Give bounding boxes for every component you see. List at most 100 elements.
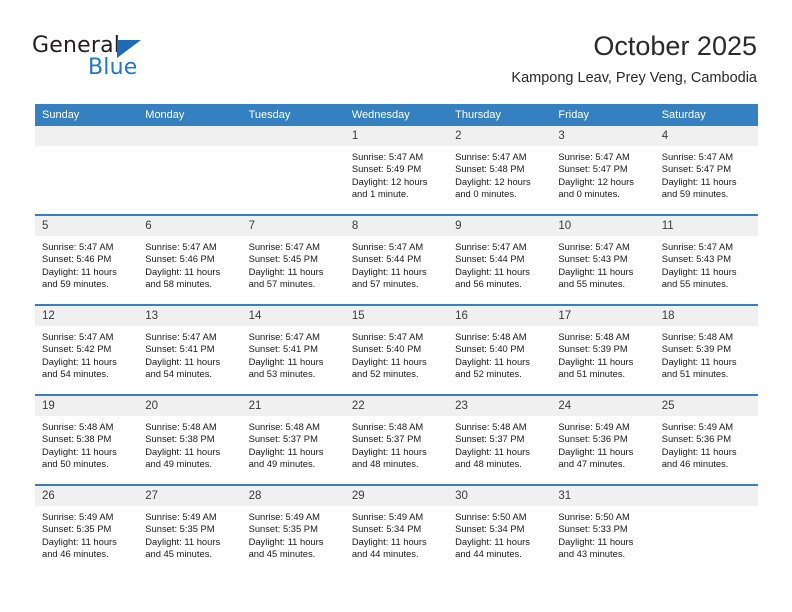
calendar-day-cell[interactable]: 3 Sunrise: 5:47 AM Sunset: 5:47 PM Daylight… [551, 126, 655, 215]
sunrise-text: Sunrise: 5:50 AM [558, 511, 630, 522]
calendar-week-row: 1 Sunrise: 5:47 AM Sunset: 5:49 PM Daylight… [35, 126, 758, 215]
sunset-text: Sunset: 5:35 PM [42, 523, 112, 535]
day-details: Sunrise: 5:48 AM Sunset: 5:37 PM Daylight:… [448, 416, 551, 471]
day-number: 7 [241, 216, 345, 236]
day-details: Sunrise: 5:47 AM Sunset: 5:44 PM Daylight:… [448, 236, 551, 291]
daylight-text-line2: and 55 minutes. [661, 278, 729, 290]
daylight-text-line1: Daylight: 11 hours [145, 445, 221, 457]
sunset-text: Sunset: 5:45 PM [248, 253, 318, 265]
daylight-text-line1: Daylight: 12 hours [455, 175, 531, 187]
sunrise-text: Sunrise: 5:49 AM [351, 511, 424, 522]
calendar-day-cell[interactable]: 17 Sunrise: 5:48 AM Sunset: 5:39 PM Dayligh… [551, 304, 655, 395]
calendar-day-cell[interactable]: 14 Sunrise: 5:47 AM Sunset: 5:41 PM Dayligh… [241, 304, 345, 395]
calendar-day-cell[interactable]: 23 Sunrise: 5:48 AM Sunset: 5:37 PM Dayligh… [448, 394, 552, 485]
calendar-day-cell[interactable]: 31 Sunrise: 5:50 AM Sunset: 5:33 PM Dayligh… [551, 484, 655, 574]
day-number: 26 [35, 486, 139, 506]
calendar-day-cell[interactable]: 25 Sunrise: 5:49 AM Sunset: 5:36 PM Dayligh… [654, 394, 758, 485]
daylight-text-line1: Daylight: 11 hours [145, 265, 221, 277]
daylight-text-line1: Daylight: 11 hours [351, 445, 427, 457]
sunset-text: Sunset: 5:41 PM [145, 343, 215, 355]
sunrise-text: Sunrise: 5:49 AM [145, 511, 217, 522]
daylight-text-line1: Daylight: 11 hours [558, 355, 634, 367]
daylight-text-line2: and 54 minutes. [145, 368, 212, 380]
daylight-text-line2: and 48 minutes. [351, 458, 419, 470]
day-details: Sunrise: 5:47 AM Sunset: 5:43 PM Daylight:… [655, 236, 758, 291]
calendar-day-cell[interactable]: 8 Sunrise: 5:47 AM Sunset: 5:44 PM Daylight… [344, 214, 449, 305]
calendar-day-cell[interactable]: 9 Sunrise: 5:47 AM Sunset: 5:44 PM Daylight… [448, 214, 552, 305]
daylight-text-line2: and 45 minutes. [248, 548, 316, 560]
daylight-text-line2: and 58 minutes. [145, 278, 212, 290]
sunset-text: Sunset: 5:40 PM [351, 343, 422, 355]
calendar-day-cell[interactable]: 15 Sunrise: 5:47 AM Sunset: 5:40 PM Dayligh… [344, 304, 449, 395]
sunset-text: Sunset: 5:41 PM [248, 343, 318, 355]
day-details: Sunrise: 5:48 AM Sunset: 5:38 PM Daylight:… [35, 416, 138, 471]
calendar-day-cell[interactable]: 21 Sunrise: 5:48 AM Sunset: 5:37 PM Dayligh… [241, 394, 345, 485]
day-number: 16 [448, 306, 552, 326]
day-number [654, 486, 758, 506]
calendar-day-cell[interactable]: 24 Sunrise: 5:49 AM Sunset: 5:36 PM Dayligh… [551, 394, 655, 485]
calendar-day-cell[interactable]: 19 Sunrise: 5:48 AM Sunset: 5:38 PM Dayligh… [35, 394, 139, 485]
daylight-text-line2: and 0 minutes. [455, 188, 517, 200]
calendar-day-cell[interactable]: 5 Sunrise: 5:47 AM Sunset: 5:46 PM Daylight… [35, 214, 139, 305]
calendar-week-row: 26 Sunrise: 5:49 AM Sunset: 5:35 PM Dayligh… [35, 484, 758, 574]
sunrise-text: Sunrise: 5:47 AM [248, 241, 320, 252]
daylight-text-line1: Daylight: 11 hours [42, 445, 117, 457]
daylight-text-line2: and 56 minutes. [455, 278, 522, 290]
calendar-header-row: Sunday Monday Tuesday Wednesday Thursday… [35, 104, 758, 126]
calendar-day-cell[interactable]: 27 Sunrise: 5:49 AM Sunset: 5:35 PM Dayligh… [138, 484, 242, 574]
day-number: 4 [654, 126, 758, 146]
weekday-header-wednesday: Wednesday [344, 104, 449, 126]
day-details: Sunrise: 5:48 AM Sunset: 5:37 PM Daylight:… [242, 416, 345, 471]
daylight-text-line1: Daylight: 12 hours [558, 175, 634, 187]
sunset-text: Sunset: 5:36 PM [661, 433, 731, 445]
calendar-day-cell[interactable]: 29 Sunrise: 5:49 AM Sunset: 5:34 PM Dayligh… [344, 484, 449, 574]
page-subtitle: Kampong Leav, Prey Veng, Cambodia [511, 70, 757, 86]
calendar-day-cell[interactable]: 12 Sunrise: 5:47 AM Sunset: 5:42 PM Dayligh… [35, 304, 139, 395]
weekday-header-saturday: Saturday [654, 104, 758, 126]
calendar-table: Sunday Monday Tuesday Wednesday Thursday… [35, 104, 758, 574]
daylight-text-line2: and 45 minutes. [145, 548, 212, 560]
calendar-day-cell[interactable]: 26 Sunrise: 5:49 AM Sunset: 5:35 PM Dayligh… [35, 484, 139, 574]
sunrise-text: Sunrise: 5:47 AM [558, 151, 630, 162]
sunrise-text: Sunrise: 5:49 AM [558, 421, 630, 432]
calendar-day-cell[interactable]: 10 Sunrise: 5:47 AM Sunset: 5:43 PM Dayligh… [551, 214, 655, 305]
daylight-text-line1: Daylight: 11 hours [455, 535, 530, 547]
daylight-text-line2: and 52 minutes. [455, 368, 522, 380]
calendar-day-cell[interactable]: 7 Sunrise: 5:47 AM Sunset: 5:45 PM Daylight… [241, 214, 345, 305]
calendar-day-cell[interactable]: 1 Sunrise: 5:47 AM Sunset: 5:49 PM Daylight… [344, 126, 449, 215]
daylight-text-line1: Daylight: 11 hours [351, 355, 427, 367]
calendar-day-cell[interactable]: 13 Sunrise: 5:47 AM Sunset: 5:41 PM Dayligh… [138, 304, 242, 395]
calendar-day-cell[interactable]: 22 Sunrise: 5:48 AM Sunset: 5:37 PM Dayligh… [344, 394, 449, 485]
day-details: Sunrise: 5:49 AM Sunset: 5:36 PM Daylight:… [655, 416, 758, 471]
sunset-text: Sunset: 5:47 PM [558, 163, 628, 175]
calendar-day-cell[interactable]: 11 Sunrise: 5:47 AM Sunset: 5:43 PM Dayligh… [654, 214, 758, 305]
sunrise-text: Sunrise: 5:47 AM [145, 241, 217, 252]
weekday-header-sunday: Sunday [35, 104, 139, 126]
weekday-header-friday: Friday [551, 104, 655, 126]
calendar-day-cell[interactable]: 18 Sunrise: 5:48 AM Sunset: 5:39 PM Dayligh… [654, 304, 758, 395]
calendar-page: General Blue October 2025 Kampong Leav, … [0, 0, 792, 612]
calendar-day-cell[interactable]: 30 Sunrise: 5:50 AM Sunset: 5:34 PM Dayligh… [448, 484, 552, 574]
sunrise-text: Sunrise: 5:47 AM [558, 241, 630, 252]
calendar-day-cell[interactable]: 20 Sunrise: 5:48 AM Sunset: 5:38 PM Dayligh… [138, 394, 242, 485]
calendar-day-cell[interactable]: 2 Sunrise: 5:47 AM Sunset: 5:48 PM Daylight… [448, 126, 552, 215]
daylight-text-line2: and 51 minutes. [558, 368, 626, 380]
daylight-text-line1: Daylight: 11 hours [661, 265, 737, 277]
daylight-text-line1: Daylight: 11 hours [661, 355, 737, 367]
brand-logo[interactable]: General Blue [32, 34, 252, 90]
day-number: 13 [138, 306, 242, 326]
calendar-day-cell[interactable]: 4 Sunrise: 5:47 AM Sunset: 5:47 PM Daylight… [654, 126, 758, 215]
calendar-day-cell[interactable]: 6 Sunrise: 5:47 AM Sunset: 5:46 PM Daylight… [138, 214, 242, 305]
sunrise-text: Sunrise: 5:48 AM [455, 421, 527, 432]
day-details: Sunrise: 5:47 AM Sunset: 5:45 PM Daylight:… [242, 236, 345, 291]
calendar-day-cell[interactable]: 28 Sunrise: 5:49 AM Sunset: 5:35 PM Dayligh… [241, 484, 345, 574]
sunrise-text: Sunrise: 5:49 AM [42, 511, 114, 522]
calendar-week-row: 12 Sunrise: 5:47 AM Sunset: 5:42 PM Dayligh… [35, 304, 758, 395]
sunset-text: Sunset: 5:44 PM [455, 253, 525, 265]
calendar-day-cell[interactable]: 16 Sunrise: 5:48 AM Sunset: 5:40 PM Dayligh… [448, 304, 552, 395]
sunset-text: Sunset: 5:37 PM [248, 433, 318, 445]
daylight-text-line1: Daylight: 11 hours [661, 175, 737, 187]
day-number: 14 [241, 306, 345, 326]
day-number: 21 [241, 396, 345, 416]
daylight-text-line2: and 44 minutes. [351, 548, 419, 560]
